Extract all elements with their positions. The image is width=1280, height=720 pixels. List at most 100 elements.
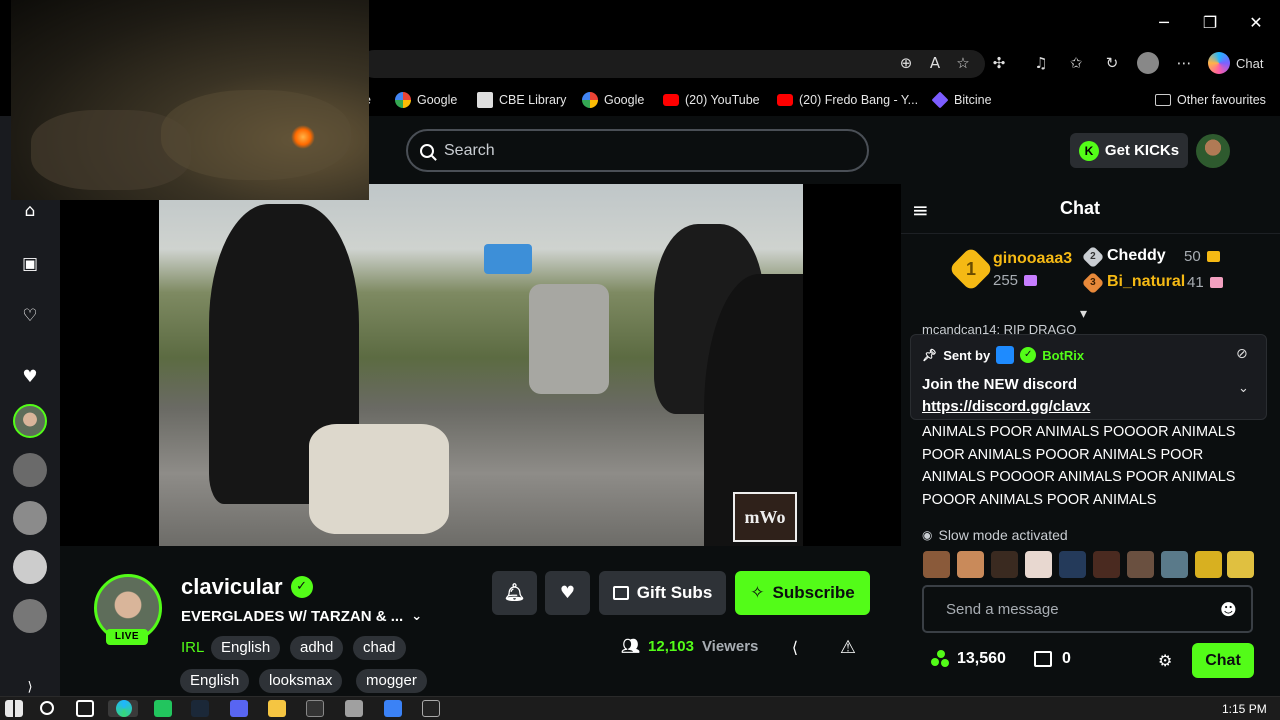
- app-icon[interactable]: [345, 700, 363, 717]
- notification-bell-button[interactable]: 🔔︎: [492, 571, 537, 615]
- stream-tag[interactable]: looksmax: [259, 669, 343, 693]
- emote[interactable]: [923, 551, 950, 578]
- chevron-down-icon[interactable]: ⌄: [1238, 381, 1249, 396]
- share-icon[interactable]: ⟨: [785, 638, 805, 658]
- emoji-icon[interactable]: ☻: [1220, 600, 1237, 619]
- emote[interactable]: [1195, 551, 1222, 578]
- stream-tag[interactable]: adhd: [290, 636, 344, 660]
- favorite-star-icon[interactable]: ☆: [952, 52, 974, 74]
- extensions-icon[interactable]: ✣: [988, 52, 1010, 74]
- browse-icon[interactable]: ▣: [17, 251, 43, 277]
- leaderboard-count: 41: [1187, 274, 1223, 291]
- followed-channel-avatar[interactable]: [13, 599, 47, 633]
- gear-icon[interactable]: ⚙: [1158, 651, 1172, 670]
- followed-channel-avatar[interactable]: [13, 501, 47, 535]
- bookmark-google[interactable]: Google: [395, 90, 457, 110]
- channel-points[interactable]: 13,560: [931, 650, 1006, 668]
- steam-icon[interactable]: [191, 700, 209, 717]
- followed-channel-avatar[interactable]: [13, 404, 47, 438]
- verified-icon: ✓: [1020, 347, 1037, 363]
- leaderboard-name[interactable]: ginooaaa3: [993, 250, 1072, 268]
- subscribe-button[interactable]: ✧ Subscribe: [735, 571, 870, 615]
- search-icon: [420, 143, 434, 158]
- media-icon[interactable]: ♫: [1030, 52, 1052, 74]
- bookmark-cbe-library[interactable]: CBE Library: [477, 90, 566, 110]
- chevron-down-icon[interactable]: ⌄: [411, 609, 422, 624]
- sparkle-icon: ✧: [750, 583, 765, 603]
- other-favourites[interactable]: Other favourites: [1155, 90, 1266, 110]
- emote[interactable]: [991, 551, 1018, 578]
- cbe-library-icon: [477, 92, 493, 108]
- search-icon[interactable]: [40, 701, 54, 715]
- stream-tag[interactable]: English: [211, 636, 281, 660]
- emote[interactable]: [1127, 551, 1154, 578]
- leaderboard-name[interactable]: Bi_natural: [1107, 273, 1185, 291]
- bookmark-youtube[interactable]: (20) YouTube: [663, 90, 760, 110]
- address-bar[interactable]: [360, 50, 985, 78]
- collapse-chat-icon[interactable]: ≡: [912, 198, 929, 222]
- zoom-icon[interactable]: ⊕: [895, 52, 917, 74]
- store-app-icon[interactable]: [384, 700, 402, 717]
- followed-channel-avatar[interactable]: [13, 550, 47, 584]
- leaderboard-name[interactable]: Cheddy: [1107, 247, 1166, 265]
- folder-icon: [1155, 94, 1171, 106]
- botrix-icon: [996, 346, 1015, 364]
- stream-tag[interactable]: chad: [353, 636, 406, 660]
- emote[interactable]: [1093, 551, 1120, 578]
- stream-category[interactable]: IRL: [181, 639, 204, 656]
- edge-icon: [116, 700, 132, 717]
- hide-pinned-icon[interactable]: ⊘: [1236, 346, 1248, 362]
- chat-title: Chat: [1060, 198, 1100, 218]
- store-icon: [1034, 651, 1052, 667]
- user-avatar[interactable]: [1196, 134, 1230, 168]
- channel-name[interactable]: clavicular ✓: [181, 574, 313, 600]
- chat-input[interactable]: [946, 600, 1206, 618]
- stream-tag[interactable]: English: [180, 669, 250, 693]
- report-warning-icon[interactable]: ⚠: [837, 637, 859, 659]
- get-kicks-button[interactable]: K Get KICKs: [1070, 133, 1188, 168]
- more-icon[interactable]: ⋯: [1173, 52, 1195, 74]
- emote[interactable]: [1059, 551, 1086, 578]
- pinned-toggle-icon[interactable]: ▾: [1080, 306, 1087, 322]
- emote[interactable]: [1227, 551, 1254, 578]
- search-box[interactable]: [406, 129, 869, 172]
- copilot-chat-button[interactable]: Chat: [1208, 50, 1280, 76]
- minimize-button[interactable]: ─: [1153, 12, 1175, 34]
- windows-start-icon[interactable]: [5, 700, 23, 717]
- emote[interactable]: [957, 551, 984, 578]
- send-chat-button[interactable]: Chat: [1192, 643, 1254, 678]
- pinned-text: Join the NEW discord https://discord.gg/…: [922, 374, 1090, 418]
- epic-games-icon[interactable]: [306, 700, 324, 717]
- stream-tag[interactable]: mogger: [356, 669, 427, 693]
- bookmark-fredo-bang[interactable]: (20) Fredo Bang - Y...: [777, 90, 918, 110]
- followed-heart-icon[interactable]: ♥: [17, 364, 43, 390]
- stream-title[interactable]: EVERGLADES W/ TARZAN & ... ⌄: [181, 608, 441, 625]
- gift-subs-button[interactable]: Gift Subs: [599, 571, 726, 615]
- youtube-icon: [663, 94, 679, 106]
- gift-icon: [612, 586, 629, 600]
- store-button[interactable]: 0: [1034, 650, 1071, 668]
- emote[interactable]: [1161, 551, 1188, 578]
- task-view-icon[interactable]: [76, 700, 94, 717]
- search-input[interactable]: [444, 141, 824, 160]
- emote[interactable]: [1025, 551, 1052, 578]
- favorites-icon[interactable]: ✩: [1065, 52, 1087, 74]
- home-icon[interactable]: ⌂: [17, 198, 43, 224]
- bookmark-bitcine[interactable]: Bitcine: [931, 90, 992, 110]
- file-explorer-icon[interactable]: [268, 700, 286, 717]
- chat-input-box[interactable]: [922, 585, 1253, 633]
- following-icon[interactable]: ♡: [17, 303, 43, 329]
- maximize-button[interactable]: ❐: [1199, 12, 1221, 34]
- history-icon[interactable]: ↻: [1101, 52, 1123, 74]
- app-icon[interactable]: [154, 700, 172, 717]
- discord-icon[interactable]: [230, 700, 248, 717]
- profile-icon[interactable]: [1137, 52, 1159, 74]
- video-frame[interactable]: mWo: [159, 184, 803, 546]
- read-aloud-icon[interactable]: A: [924, 52, 946, 74]
- follow-button[interactable]: ♥: [545, 571, 590, 615]
- bookmark-google-2[interactable]: Google: [582, 90, 644, 110]
- discord-link[interactable]: https://discord.gg/clavx: [922, 396, 1090, 418]
- close-button[interactable]: ✕: [1245, 12, 1267, 34]
- followed-channel-avatar[interactable]: [13, 453, 47, 487]
- app-icon[interactable]: [422, 700, 440, 717]
